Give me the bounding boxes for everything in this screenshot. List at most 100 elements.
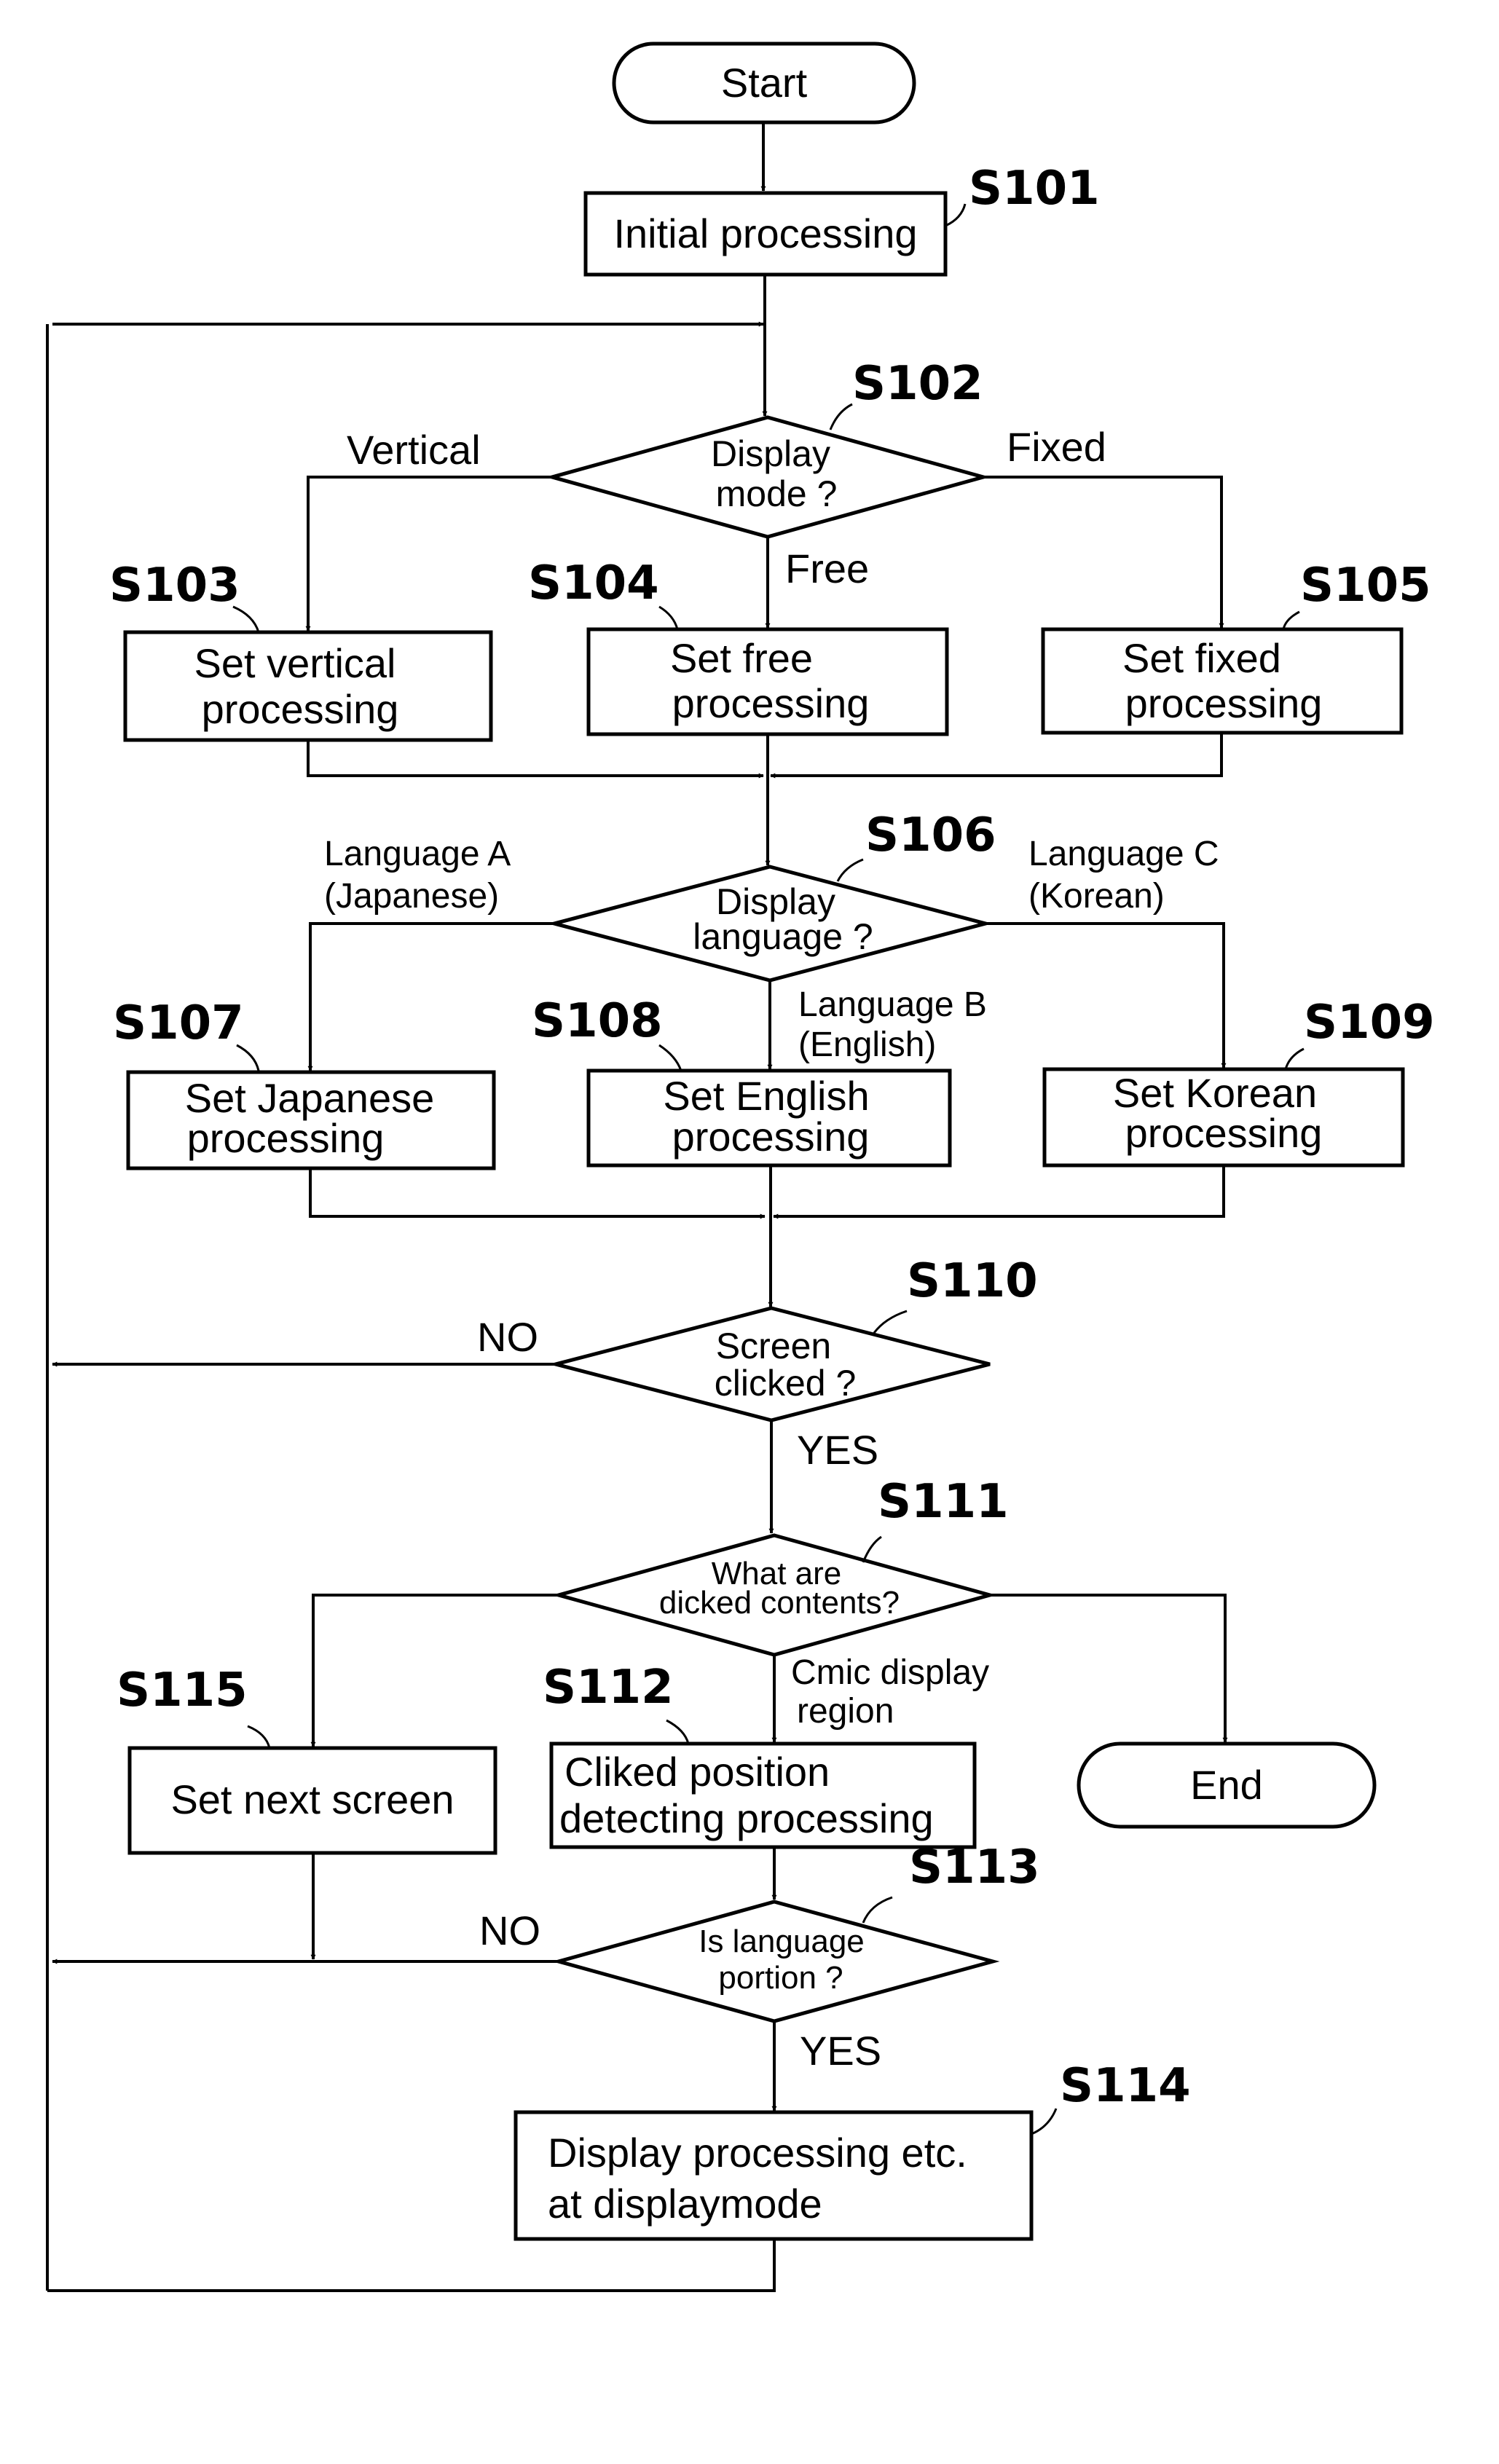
s112-text-2: detecting processing <box>559 1795 934 1841</box>
step-s105: S105 <box>1300 559 1431 613</box>
step-s103: S103 <box>109 559 240 613</box>
edge-s111-end <box>990 1594 1228 1743</box>
s102-text-1: Display <box>711 433 830 474</box>
s107-text-1: Set Japanese <box>185 1075 434 1121</box>
s109-text-2: processing <box>1125 1110 1323 1156</box>
label-s110-yes: YES <box>797 1427 878 1473</box>
label-vertical: Vertical <box>347 427 481 473</box>
s104-text-1: Set free <box>670 635 813 681</box>
s105-text-2: processing <box>1125 680 1323 726</box>
step-s107: S107 <box>113 996 244 1050</box>
node-s103: Set vertical processing <box>123 630 493 742</box>
node-s109: Set Korean processing <box>1042 1067 1405 1168</box>
s106-text-2: language ? <box>693 916 873 957</box>
s113-text-1: Is language <box>699 1924 865 1959</box>
label-region: region <box>797 1692 894 1731</box>
s107-text-2: processing <box>187 1115 385 1161</box>
s105-text-1: Set fixed <box>1122 635 1281 681</box>
step-s110: S110 <box>907 1254 1038 1308</box>
step-s101: S101 <box>969 162 1100 216</box>
s115-text: Set next screen <box>170 1776 454 1822</box>
edge-s105-merge <box>770 733 1223 779</box>
start-label: Start <box>721 60 808 106</box>
step-s113: S113 <box>909 1841 1040 1894</box>
leader-s104 <box>658 605 679 630</box>
s112-text-1: Cliked position <box>564 1749 830 1795</box>
label-s110-no: NO <box>477 1314 538 1360</box>
s108-text-2: processing <box>672 1114 870 1160</box>
node-s112: Cliked position detecting processing <box>549 1741 977 1849</box>
s108-text-1: Set English <box>663 1073 869 1119</box>
leader-s108 <box>658 1044 682 1071</box>
s109-text-1: Set Korean <box>1113 1070 1317 1116</box>
s110-text-2: clicked ? <box>715 1363 857 1404</box>
label-fixed: Fixed <box>1007 424 1106 470</box>
leader-s102 <box>829 403 853 430</box>
step-s108: S108 <box>532 994 663 1048</box>
edge-s106-s109 <box>985 922 1227 1068</box>
label-cmic-display: Cmic display <box>791 1653 989 1692</box>
s104-text-2: processing <box>672 680 870 726</box>
node-s111: What are dicked contents? <box>551 1533 997 1657</box>
s103-text-1: Set vertical <box>194 640 396 686</box>
leader-s105 <box>1282 610 1300 630</box>
node-s106: Display language ? <box>547 865 993 983</box>
node-s114: Display processing etc. at displaymode <box>514 2110 1034 2241</box>
s103-text-2: processing <box>202 686 399 732</box>
step-s112: S112 <box>543 1661 674 1715</box>
s114-text-2: at displaymode <box>548 2181 822 2227</box>
end-label: End <box>1190 1762 1263 1808</box>
step-s115: S115 <box>117 1664 248 1717</box>
edge-s111-s115 <box>310 1594 559 1747</box>
node-s108: Set English processing <box>586 1068 952 1168</box>
leader-s113 <box>862 1896 893 1924</box>
node-s105: Set fixed processing <box>1041 627 1404 735</box>
step-s111: S111 <box>878 1475 1009 1529</box>
s101-text: Initial processing <box>613 210 917 256</box>
step-s109: S109 <box>1304 996 1435 1050</box>
step-s104: S104 <box>528 556 659 610</box>
edge-s102-s103 <box>305 476 552 631</box>
label-language-b: Language B <box>798 985 987 1024</box>
leader-s112 <box>666 1719 690 1744</box>
edge-s107-merge <box>309 1169 766 1219</box>
leader-s114 <box>1031 2108 1058 2136</box>
step-s102: S102 <box>852 357 983 411</box>
label-language-a: Language A <box>324 835 511 873</box>
s113-text-2: portion ? <box>718 1960 843 1996</box>
edge-s102-s105 <box>983 476 1224 629</box>
edge-s103-merge <box>307 741 764 779</box>
node-s110: Screen clicked ? <box>548 1306 991 1422</box>
node-s101: Initial processing <box>583 191 948 277</box>
node-s113: Is language portion ? <box>551 1900 1000 2023</box>
node-start: Start <box>612 42 916 125</box>
leader-s115 <box>247 1725 271 1749</box>
label-free: Free <box>785 546 869 591</box>
edge-s109-merge <box>773 1165 1225 1219</box>
s110-text-1: Screen <box>716 1326 831 1366</box>
leader-s109 <box>1284 1047 1305 1070</box>
node-s115: Set next screen <box>127 1746 497 1855</box>
s102-text-2: mode ? <box>716 473 838 514</box>
s114-text-1: Display processing etc. <box>548 2130 967 2176</box>
flowchart: Start End Initial processing Set vertica… <box>46 42 1435 2292</box>
step-s114: S114 <box>1060 2059 1191 2113</box>
label-s113-yes: YES <box>800 2028 881 2074</box>
step-s106: S106 <box>865 808 996 862</box>
leader-s101 <box>945 203 967 227</box>
node-s104: Set free processing <box>586 627 949 736</box>
node-s102: Display mode ? <box>545 415 991 539</box>
label-japanese: (Japanese) <box>324 877 499 916</box>
leader-s111 <box>862 1535 882 1563</box>
label-language-c: Language C <box>1028 835 1219 873</box>
leader-s110 <box>873 1310 908 1334</box>
edge-s106-s107 <box>307 922 554 1071</box>
leader-s106 <box>836 858 864 882</box>
label-english: (English) <box>798 1026 936 1064</box>
s111-text-2: dicked contents? <box>659 1585 900 1621</box>
node-s107: Set Japanese processing <box>126 1070 496 1170</box>
label-s113-no: NO <box>479 1908 540 1953</box>
node-end: End <box>1077 1741 1377 1829</box>
label-korean: (Korean) <box>1028 877 1165 916</box>
edge-s114-loop <box>47 2240 776 2292</box>
